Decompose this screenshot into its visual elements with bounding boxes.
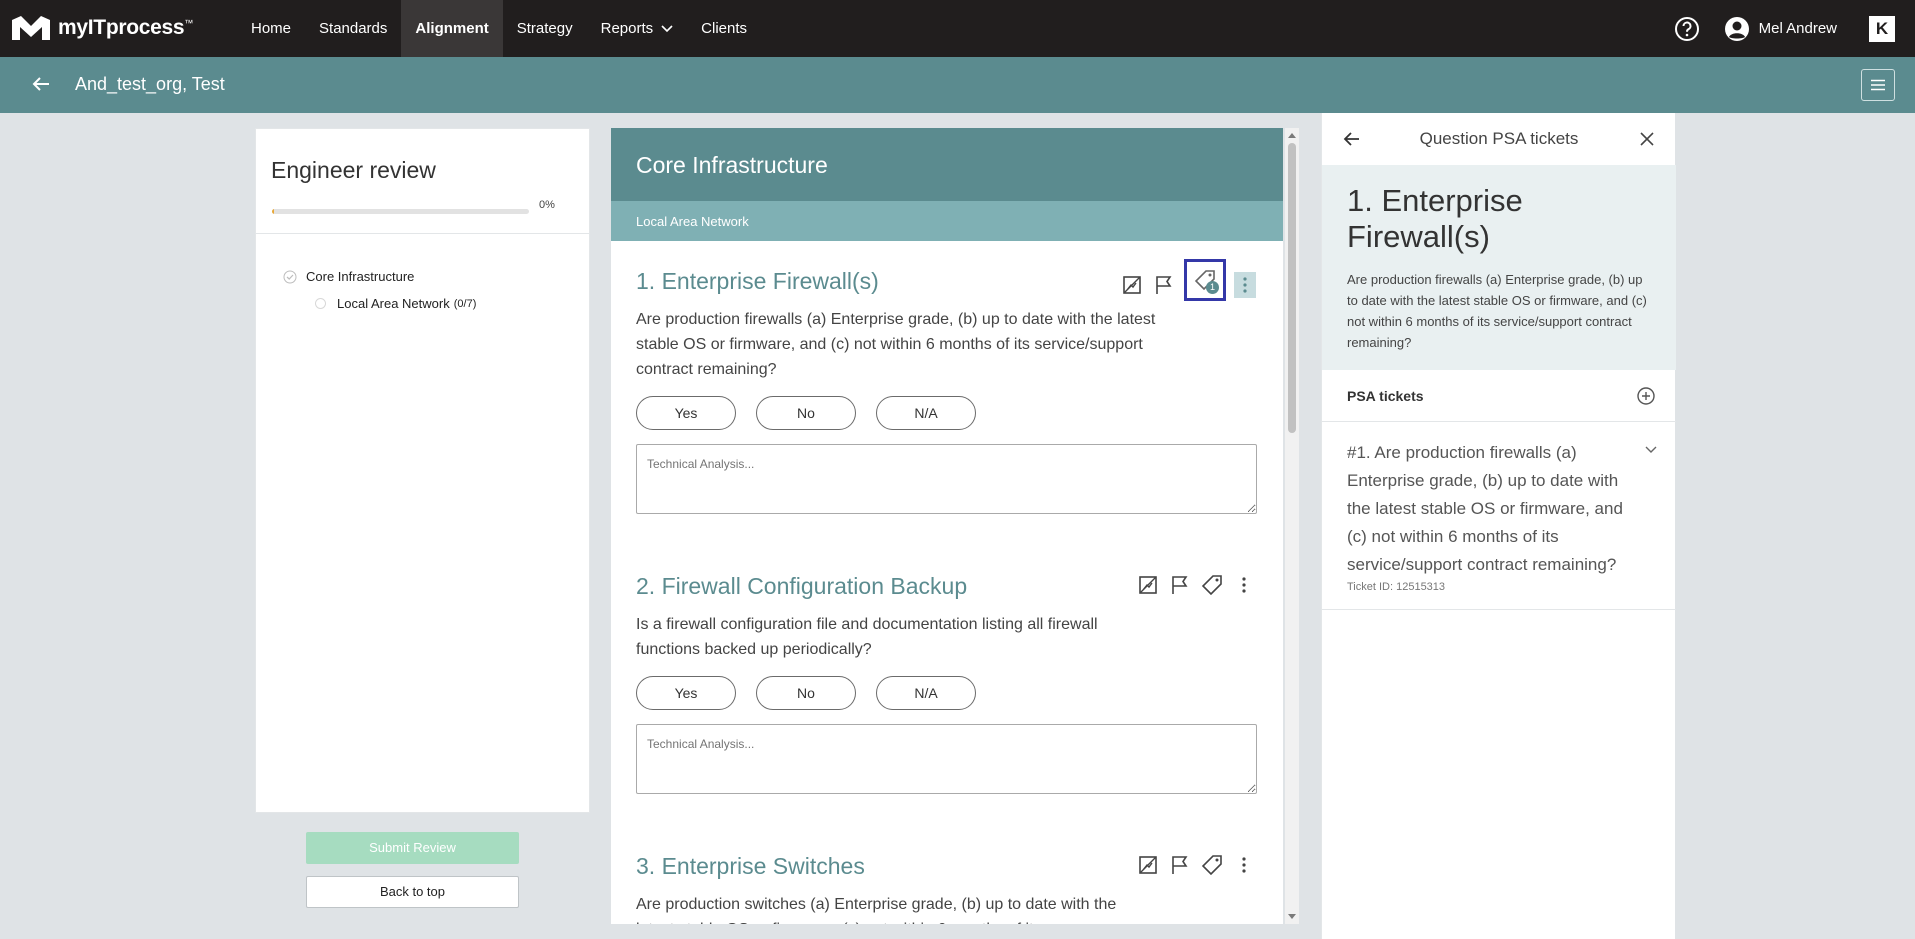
review-panel: Engineer review 0% Core Infrastructure L…	[255, 128, 590, 813]
review-progress-bar	[272, 209, 529, 214]
question-text: Is a firewall configuration file and doc…	[636, 616, 1098, 658]
question-list-scrollbar[interactable]	[1285, 128, 1299, 924]
flag-icon[interactable]	[1168, 573, 1192, 597]
flag-icon[interactable]	[1152, 273, 1176, 297]
back-arrow-icon[interactable]	[30, 73, 52, 95]
logo-mark-icon	[12, 16, 50, 40]
technical-analysis-input[interactable]	[636, 444, 1257, 514]
top-nav-bar: myITprocess™ Home Standards Alignment St…	[0, 0, 1915, 57]
nav-strategy[interactable]: Strategy	[503, 0, 587, 57]
tree-item-label: Core Infrastructure	[306, 269, 415, 284]
kaseya-logo-icon[interactable]: K	[1869, 15, 1895, 42]
no-image-icon[interactable]	[1120, 273, 1144, 297]
answer-yes-button[interactable]: Yes	[636, 676, 736, 710]
menu-icon	[1871, 79, 1885, 91]
answer-yes-button[interactable]: Yes	[636, 396, 736, 430]
back-to-top-button[interactable]: Back to top	[306, 876, 519, 908]
tree-item-count: (0/7)	[453, 297, 477, 310]
scroll-up-icon[interactable]	[1288, 133, 1296, 138]
tree-item-label: Local Area Network	[337, 296, 450, 311]
section-title: Core Infrastructure	[611, 128, 1283, 201]
psa-panel-header: Question PSA tickets	[1322, 113, 1676, 165]
ticket-id: Ticket ID: 12515313	[1347, 581, 1446, 593]
scroll-thumb[interactable]	[1288, 143, 1296, 433]
answer-options: Yes No N/A	[636, 676, 1256, 710]
psa-question-text: Are production firewalls (a) Enterprise …	[1347, 272, 1647, 350]
scroll-down-icon[interactable]	[1288, 914, 1296, 919]
psa-tag-button[interactable]: 1	[1184, 259, 1226, 301]
technical-analysis-input[interactable]	[636, 724, 1257, 794]
nav-alignment[interactable]: Alignment	[401, 0, 503, 57]
org-header: And_test_org, Test	[0, 57, 1915, 113]
review-progress-label: 0%	[539, 199, 555, 211]
answer-no-button[interactable]: No	[756, 676, 856, 710]
back-arrow-icon[interactable]	[1342, 129, 1362, 149]
logo-text: myITprocess™	[58, 16, 193, 39]
main-nav: Home Standards Alignment Strategy Report…	[237, 0, 761, 57]
tree-item-local-area-network[interactable]: Local Area Network (0/7)	[315, 296, 476, 311]
add-circle-icon[interactable]	[1636, 386, 1656, 406]
question-text: Are production switches (a) Enterprise g…	[636, 896, 1117, 924]
kebab-menu-icon[interactable]	[1234, 271, 1256, 298]
tag-icon[interactable]	[1200, 573, 1224, 597]
psa-tickets-label: PSA tickets	[1347, 388, 1424, 404]
psa-tickets-panel: Question PSA tickets 1. Enterprise Firew…	[1321, 113, 1676, 939]
submit-review-button[interactable]: Submit Review	[306, 832, 519, 864]
ticket-count-badge: 1	[1206, 281, 1219, 294]
nav-clients[interactable]: Clients	[687, 0, 761, 57]
app-logo[interactable]: myITprocess™	[10, 14, 193, 42]
psa-ticket-item[interactable]: #1. Are production firewalls (a) Enterpr…	[1322, 423, 1676, 610]
answer-na-button[interactable]: N/A	[876, 396, 976, 430]
answer-na-button[interactable]: N/A	[876, 676, 976, 710]
answer-no-button[interactable]: No	[756, 396, 856, 430]
user-avatar-icon[interactable]	[1724, 16, 1750, 42]
answer-options: Yes No N/A	[636, 396, 1256, 430]
user-name[interactable]: Mel Andrew	[1759, 20, 1837, 37]
tree-item-core-infrastructure[interactable]: Core Infrastructure	[283, 269, 414, 284]
question-card: 1. Enterprise Firewall(s) 1 Are producti…	[636, 259, 1257, 519]
chevron-down-icon	[661, 24, 673, 32]
question-card: 2. Firewall Configuration Backup Is a fi…	[636, 573, 1257, 799]
tag-icon[interactable]	[1200, 853, 1224, 877]
nav-reports[interactable]: Reports	[587, 0, 688, 57]
no-image-icon[interactable]	[1136, 853, 1160, 877]
question-actions: 1	[1120, 259, 1256, 301]
psa-question-title: 1. Enterprise Firewall(s)	[1347, 183, 1523, 254]
check-circle-icon	[283, 270, 297, 283]
chevron-down-icon[interactable]	[1644, 445, 1658, 455]
close-icon[interactable]	[1638, 130, 1656, 148]
question-card: 3. Enterprise Switches Are production sw…	[636, 853, 1256, 924]
question-text: Are production firewalls (a) Enterprise …	[636, 311, 1156, 378]
review-progress-fill	[272, 209, 274, 214]
top-right-actions: Mel Andrew K	[1674, 0, 1915, 57]
question-actions	[1136, 573, 1256, 597]
nav-reports-label: Reports	[600, 20, 654, 37]
flag-icon[interactable]	[1168, 853, 1192, 877]
psa-panel-title: Question PSA tickets	[1419, 129, 1579, 148]
question-actions	[1136, 853, 1256, 877]
menu-button[interactable]	[1861, 69, 1895, 101]
ticket-text: #1. Are production firewalls (a) Enterpr…	[1347, 443, 1623, 574]
psa-tickets-header: PSA tickets	[1322, 370, 1676, 422]
review-title: Engineer review	[271, 157, 436, 183]
kebab-menu-icon[interactable]	[1232, 853, 1256, 877]
nav-standards[interactable]: Standards	[305, 0, 401, 57]
help-icon[interactable]	[1674, 16, 1700, 42]
kebab-menu-icon[interactable]	[1232, 573, 1256, 597]
divider	[256, 233, 589, 234]
no-image-icon[interactable]	[1136, 573, 1160, 597]
nav-home[interactable]: Home	[237, 0, 305, 57]
psa-question-summary: 1. Enterprise Firewall(s) Are production…	[1322, 165, 1676, 370]
org-title: And_test_org, Test	[75, 74, 225, 94]
subsection-title: Local Area Network	[611, 201, 1283, 241]
status-dot-icon	[315, 298, 326, 309]
question-list: Core Infrastructure Local Area Network 1…	[611, 128, 1283, 924]
